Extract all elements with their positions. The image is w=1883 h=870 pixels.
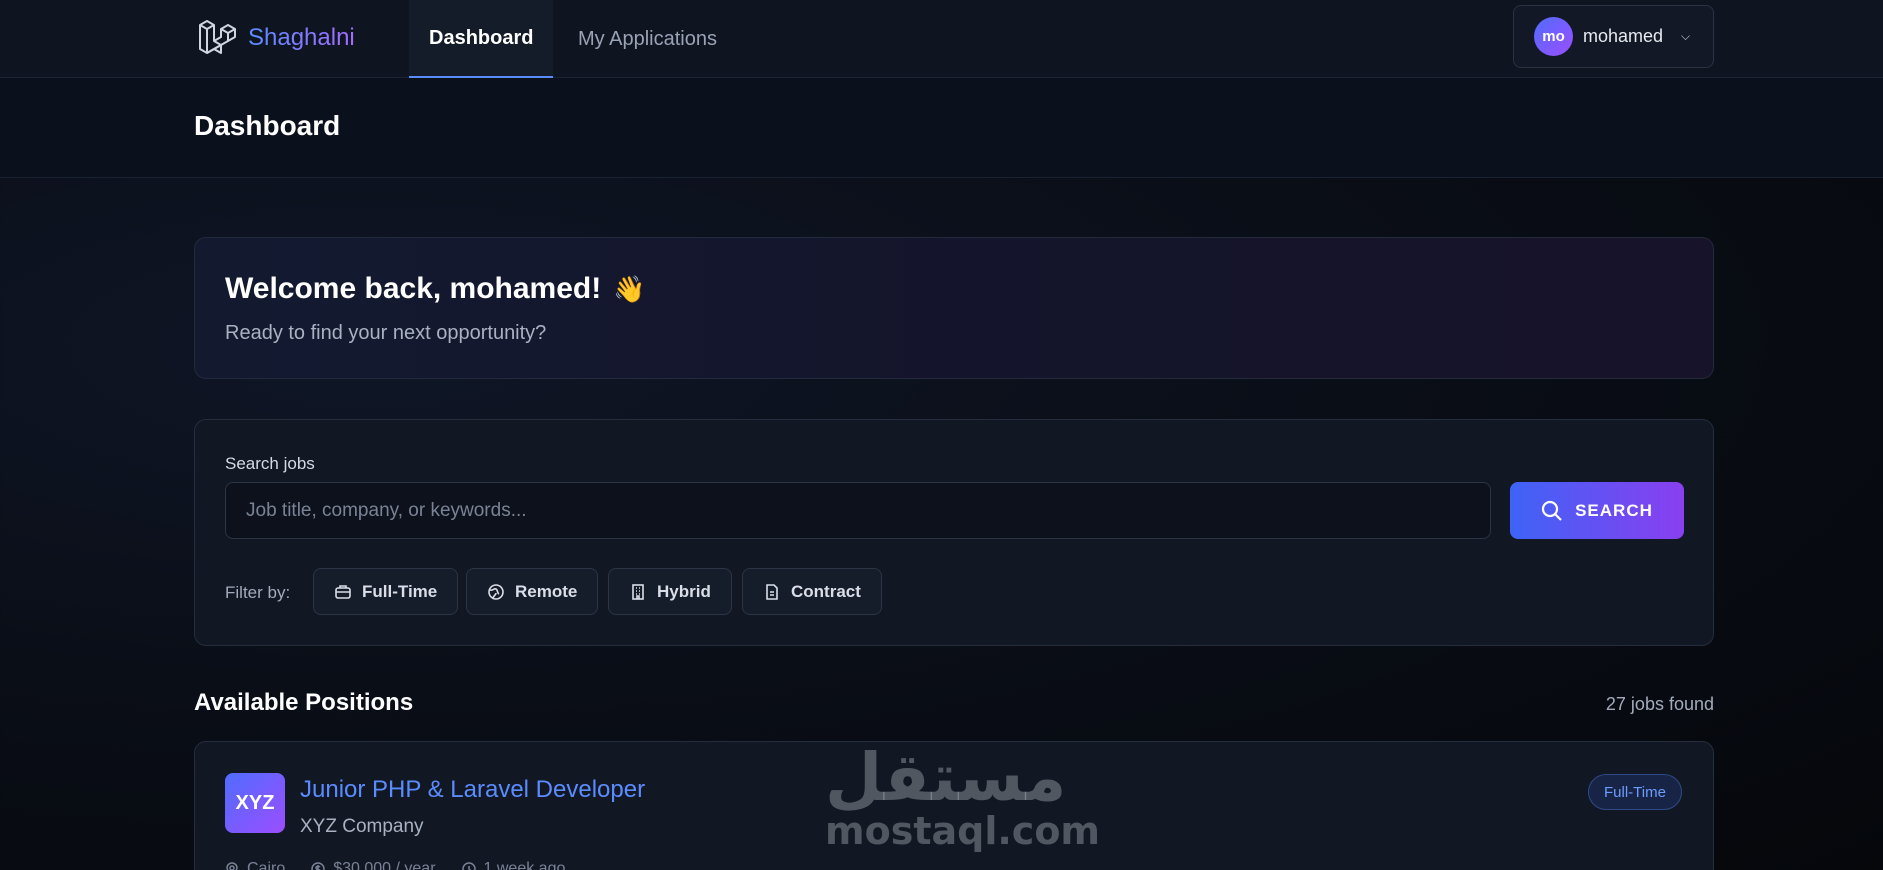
tab-my-applications[interactable]: My Applications <box>578 0 717 78</box>
filter-label: Filter by: <box>225 583 291 602</box>
search-icon <box>1541 500 1562 521</box>
filter-chip-label: Hybrid <box>657 581 711 601</box>
user-name: mohamed <box>1583 26 1664 46</box>
filter-chip-label: Full-Time <box>362 581 438 601</box>
filter-chip-contract[interactable]: Contract <box>742 568 882 615</box>
waving-hand-icon: 👋 <box>613 273 646 304</box>
search-button-label: SEARCH <box>1575 500 1653 520</box>
chevron-down-icon: ⌵ <box>1681 29 1691 43</box>
company-logo: XYZ <box>225 773 285 833</box>
filter-chip-label: Contract <box>791 581 861 601</box>
job-salary: $30,000 / year <box>311 860 436 870</box>
job-posted: 1 week ago <box>461 860 566 870</box>
building-icon <box>632 583 644 600</box>
document-icon <box>766 583 778 600</box>
filter-chip-remote[interactable]: Remote <box>466 568 599 615</box>
job-salary-text: $30,000 / year <box>333 860 436 870</box>
job-posted-text: 1 week ago <box>483 860 566 870</box>
brand-name: Shaghalni <box>248 24 355 51</box>
search-button[interactable]: SEARCH <box>1510 482 1684 539</box>
briefcase-icon <box>335 584 351 599</box>
job-type-badge: Full-Time <box>1588 774 1682 810</box>
welcome-title-text: Welcome back, mohamed! <box>225 272 602 305</box>
search-label: Search jobs <box>225 454 315 473</box>
brand-logo[interactable]: Shaghalni <box>196 16 355 60</box>
location-pin-icon <box>226 862 238 870</box>
welcome-heading: Welcome back, mohamed! 👋 <box>225 272 646 306</box>
dollar-icon <box>311 862 325 870</box>
top-navbar: Shaghalni Dashboard My Applications mo m… <box>0 0 1883 78</box>
jobs-count: 27 jobs found <box>1605 694 1714 714</box>
laravel-logo-icon <box>199 20 236 54</box>
welcome-subtitle: Ready to find your next opportunity? <box>225 322 547 344</box>
tab-dashboard[interactable]: Dashboard <box>409 0 554 78</box>
filter-chip-hybrid[interactable]: Hybrid <box>608 568 732 615</box>
filter-chip-label: Remote <box>515 581 578 601</box>
page-title: Dashboard <box>194 110 341 141</box>
search-input[interactable] <box>225 482 1491 539</box>
job-location: Cairo <box>225 860 285 870</box>
avatar: mo <box>1534 17 1573 56</box>
filter-chip-full-time[interactable]: Full-Time <box>313 568 459 615</box>
welcome-card: Welcome back, mohamed! 👋 Ready to find y… <box>194 237 1714 379</box>
user-menu-dropdown[interactable]: mo mohamed ⌵ <box>1513 5 1714 68</box>
search-panel: Search jobs SEARCH Filter by: Full-Time … <box>194 419 1714 646</box>
job-location-text: Cairo <box>247 860 286 870</box>
globe-icon <box>488 583 504 600</box>
job-title-link[interactable]: Junior PHP & Laravel Developer <box>300 776 645 804</box>
section-title: Available Positions <box>194 689 414 716</box>
job-meta: Cairo $30,000 / year 1 week ago <box>225 860 565 870</box>
company-name: XYZ Company <box>300 816 424 837</box>
job-card[interactable]: XYZ Junior PHP & Laravel Developer XYZ C… <box>194 741 1714 870</box>
clock-icon <box>461 862 476 870</box>
